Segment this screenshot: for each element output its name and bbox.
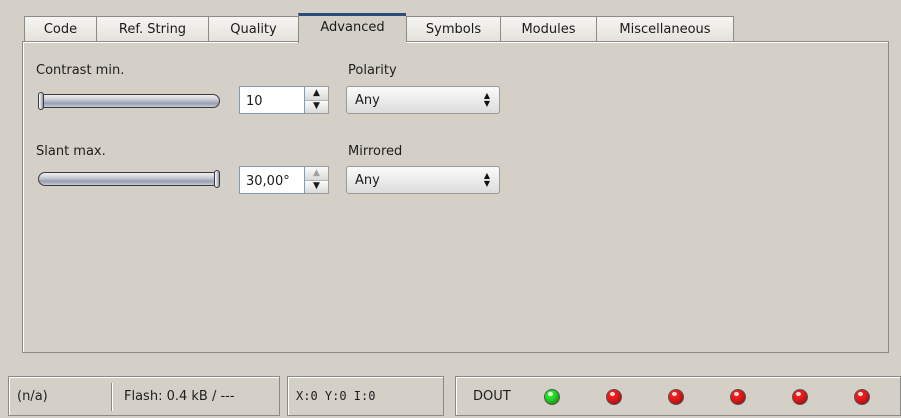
contrast-min-input[interactable] (239, 86, 305, 114)
mirrored-label: Mirrored (348, 144, 403, 159)
tab-symbols[interactable]: Symbols (406, 16, 500, 42)
mirrored-combobox[interactable]: Any ▲ ▼ (346, 166, 500, 194)
tab-modules[interactable]: Modules (500, 16, 596, 42)
tab-bar: Code Ref. String Quality Advanced Symbol… (24, 13, 734, 43)
status-position-cell: X:0 Y:0 I:0 (287, 376, 444, 416)
decrement-arrow-icon[interactable]: ▼ (305, 180, 328, 193)
status-info-cell: (n/a) Flash: 0.4 kB / --- (8, 376, 280, 416)
slant-max-input[interactable] (239, 166, 305, 194)
dout-led-2-icon (606, 389, 622, 405)
mirrored-value: Any (355, 172, 380, 188)
tab-code[interactable]: Code (24, 16, 96, 42)
status-flash: Flash: 0.4 kB / --- (124, 388, 235, 404)
slider-track (38, 94, 220, 108)
slider-track (38, 172, 220, 186)
contrast-min-label: Contrast min. (36, 63, 125, 78)
slant-max-label: Slant max. (36, 144, 106, 159)
status-divider (111, 383, 112, 411)
spin-buttons: ▲ ▼ (305, 86, 329, 114)
polarity-combobox[interactable]: Any ▲ ▼ (346, 86, 500, 114)
advanced-tab-panel: Contrast min. ▲ ▼ Polarity Any ▲▼ Slant … (22, 41, 889, 353)
updown-arrows-icon: ▲ ▼ (483, 91, 491, 108)
dout-led-1-icon (544, 389, 560, 405)
tab-ref-string[interactable]: Ref. String (96, 16, 208, 42)
dout-led-3-icon (668, 389, 684, 405)
dout-led-5-icon (792, 389, 808, 405)
tab-miscellaneous[interactable]: Miscellaneous (596, 16, 734, 42)
contrast-min-spinbox[interactable]: ▲ ▼ (239, 86, 329, 114)
dout-led-6-icon (854, 389, 870, 405)
spin-buttons: ▲ ▼ (305, 166, 329, 194)
slider-handle[interactable] (214, 170, 220, 188)
dout-label: DOUT (473, 388, 511, 404)
status-dout-cell: DOUT (455, 376, 901, 416)
dout-led-4-icon (730, 389, 746, 405)
tab-quality[interactable]: Quality (208, 16, 298, 42)
status-position: X:0 Y:0 I:0 (296, 389, 376, 403)
slider-handle[interactable] (38, 92, 44, 110)
contrast-min-slider[interactable] (38, 92, 220, 110)
slant-max-slider[interactable] (38, 170, 220, 188)
settings-window: Code Ref. String Quality Advanced Symbol… (0, 0, 901, 418)
polarity-value: Any (355, 92, 380, 108)
increment-arrow-icon[interactable]: ▲ (305, 87, 328, 101)
increment-arrow-icon[interactable]: ▲ (305, 167, 328, 181)
decrement-arrow-icon[interactable]: ▼ (305, 100, 328, 113)
tab-advanced[interactable]: Advanced (298, 13, 406, 43)
status-state: (n/a) (17, 388, 48, 404)
polarity-label: Polarity (348, 63, 397, 78)
status-bar: (n/a) Flash: 0.4 kB / --- X:0 Y:0 I:0 DO… (8, 376, 901, 416)
slant-max-spinbox[interactable]: ▲ ▼ (239, 166, 329, 194)
updown-arrows-icon: ▲ ▼ (483, 171, 491, 188)
